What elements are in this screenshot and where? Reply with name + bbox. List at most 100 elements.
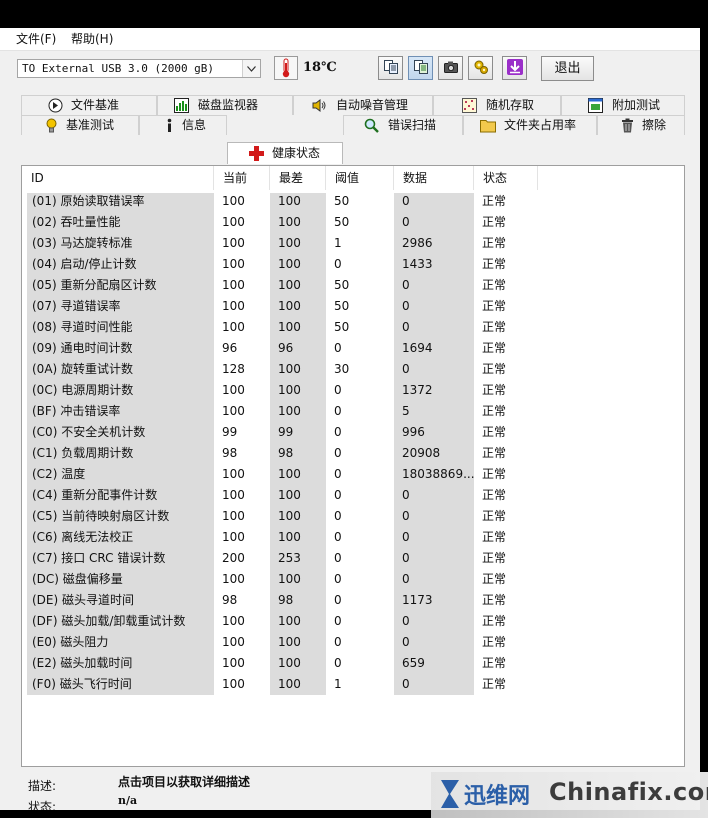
cell-status: 正常 bbox=[482, 215, 507, 229]
exit-button[interactable]: 退出 bbox=[541, 56, 594, 81]
table-row[interactable]: (07) 寻道错误率 100 100 50 0 正常 bbox=[22, 296, 684, 317]
save-button[interactable] bbox=[502, 56, 527, 80]
watermark-logo-icon bbox=[437, 778, 463, 810]
cell-current: 200 bbox=[222, 551, 245, 565]
column-header-current[interactable]: 当前 bbox=[214, 166, 270, 190]
cell-threshold: 0 bbox=[334, 572, 342, 586]
cell-status: 正常 bbox=[482, 257, 507, 271]
column-header-status[interactable]: 状态 bbox=[474, 166, 538, 190]
cell-status: 正常 bbox=[482, 467, 507, 481]
tab-error-scan[interactable]: 错误扫描 bbox=[343, 115, 463, 135]
screenshot-button[interactable] bbox=[438, 56, 463, 80]
table-row[interactable]: (C2) 温度 100 100 0 18038869... 正常 bbox=[22, 464, 684, 485]
cell-attribute: (E0) 磁头阻力 bbox=[32, 635, 109, 649]
column-header-worst[interactable]: 最差 bbox=[270, 166, 326, 190]
cell-data: 18038869... bbox=[402, 467, 474, 481]
column-header-threshold[interactable]: 阈值 bbox=[326, 166, 394, 190]
cell-attribute: (DC) 磁盘偏移量 bbox=[32, 572, 123, 586]
table-row[interactable]: (F0) 磁头飞行时间 100 100 1 0 正常 bbox=[22, 674, 684, 695]
cell-attribute: (DE) 磁头寻道时间 bbox=[32, 593, 135, 607]
cell-worst: 98 bbox=[278, 593, 294, 607]
table-row[interactable]: (C7) 接口 CRC 错误计数 200 253 0 0 正常 bbox=[22, 548, 684, 569]
cell-threshold: 0 bbox=[334, 635, 342, 649]
cell-worst: 100 bbox=[278, 467, 301, 481]
copy-info-icon bbox=[383, 59, 399, 78]
tab-noise-management[interactable]: 自动噪音管理 bbox=[293, 95, 433, 115]
table-row[interactable]: (C0) 不安全关机计数 99 99 0 996 正常 bbox=[22, 422, 684, 443]
table-row[interactable]: (02) 吞吐量性能 100 100 50 0 正常 bbox=[22, 212, 684, 233]
status-value: n/a bbox=[118, 794, 138, 807]
table-row[interactable]: (BF) 冲击错误率 100 100 0 5 正常 bbox=[22, 401, 684, 422]
copy-all-button[interactable] bbox=[408, 56, 433, 80]
column-header-data[interactable]: 数据 bbox=[394, 166, 474, 190]
chevron-down-icon[interactable] bbox=[242, 60, 260, 77]
cell-current: 96 bbox=[222, 341, 238, 355]
tab-disk-monitor[interactable]: 磁盘监视器 bbox=[157, 95, 293, 115]
tab-folder-usage[interactable]: 文件夹占用率 bbox=[463, 115, 597, 135]
tab-info[interactable]: 信息 bbox=[139, 115, 227, 135]
table-row[interactable]: (09) 通电时间计数 96 96 0 1694 正常 bbox=[22, 338, 684, 359]
column-header-id[interactable]: ID bbox=[22, 166, 214, 190]
tab-health[interactable]: 健康状态 bbox=[227, 142, 343, 164]
cell-status: 正常 bbox=[482, 635, 507, 649]
cell-current: 99 bbox=[222, 425, 238, 439]
folder-usage-icon bbox=[480, 118, 496, 133]
table-row[interactable]: (0A) 旋转重试计数 128 100 30 0 正常 bbox=[22, 359, 684, 380]
table-row[interactable]: (C5) 当前待映射扇区计数 100 100 0 0 正常 bbox=[22, 506, 684, 527]
cell-status: 正常 bbox=[482, 404, 507, 418]
cell-worst: 100 bbox=[278, 635, 301, 649]
table-row[interactable]: (01) 原始读取错误率 100 100 50 0 正常 bbox=[22, 191, 684, 212]
table-row[interactable]: (08) 寻道时间性能 100 100 50 0 正常 bbox=[22, 317, 684, 338]
cell-attribute: (03) 马达旋转标准 bbox=[32, 236, 133, 250]
cell-current: 100 bbox=[222, 467, 245, 481]
table-row[interactable]: (DE) 磁头寻道时间 98 98 0 1173 正常 bbox=[22, 590, 684, 611]
cell-threshold: 0 bbox=[334, 383, 342, 397]
table-row[interactable]: (0C) 电源周期计数 100 100 0 1372 正常 bbox=[22, 380, 684, 401]
cell-worst: 100 bbox=[278, 509, 301, 523]
tab-file-benchmark[interactable]: 文件基准 bbox=[21, 95, 157, 115]
cell-worst: 100 bbox=[278, 194, 301, 208]
health-cross-icon bbox=[248, 145, 264, 161]
menu-help[interactable]: 帮助(H) bbox=[69, 31, 115, 47]
cell-attribute: (C0) 不安全关机计数 bbox=[32, 425, 146, 439]
cell-attribute: (C1) 负载周期计数 bbox=[32, 446, 134, 460]
cell-attribute: (F0) 磁头飞行时间 bbox=[32, 677, 132, 691]
status-label: 状态: bbox=[28, 800, 57, 810]
drive-select[interactable]: TO External USB 3.0 (2000 gB) bbox=[17, 59, 261, 78]
hd-tune-window: 文件(F) 帮助(H) TO External USB 3.0 (2000 gB… bbox=[0, 28, 700, 810]
cell-status: 正常 bbox=[482, 488, 507, 502]
tab-extra-tests[interactable]: 附加测试 bbox=[561, 95, 685, 115]
table-row[interactable]: (05) 重新分配扇区计数 100 100 50 0 正常 bbox=[22, 275, 684, 296]
table-row[interactable]: (E0) 磁头阻力 100 100 0 0 正常 bbox=[22, 632, 684, 653]
cell-attribute: (E2) 磁头加载时间 bbox=[32, 656, 133, 670]
menu-bar: 文件(F) 帮助(H) bbox=[0, 28, 700, 51]
cell-status: 正常 bbox=[482, 530, 507, 544]
table-row[interactable]: (C4) 重新分配事件计数 100 100 0 0 正常 bbox=[22, 485, 684, 506]
cell-data: 5 bbox=[402, 404, 410, 418]
cell-attribute: (DF) 磁头加载/卸载重试计数 bbox=[32, 614, 186, 628]
table-row[interactable]: (DC) 磁盘偏移量 100 100 0 0 正常 bbox=[22, 569, 684, 590]
table-row[interactable]: (C1) 负载周期计数 98 98 0 20908 正常 bbox=[22, 443, 684, 464]
tab-benchmark[interactable]: 基准测试 bbox=[21, 115, 139, 135]
cell-attribute: (C4) 重新分配事件计数 bbox=[32, 488, 158, 502]
cell-threshold: 0 bbox=[334, 593, 342, 607]
tab-random-access[interactable]: 随机存取 bbox=[433, 95, 561, 115]
smart-table[interactable]: ID 当前 最差 阈值 数据 状态 (01) 原始读取错误率 100 100 50 0 正… bbox=[21, 165, 685, 767]
table-row[interactable]: (04) 启动/停止计数 100 100 0 1433 正常 bbox=[22, 254, 684, 275]
options-button[interactable] bbox=[468, 56, 493, 80]
table-row[interactable]: (E2) 磁头加载时间 100 100 0 659 正常 bbox=[22, 653, 684, 674]
copy-info-button[interactable] bbox=[378, 56, 403, 80]
cell-data: 0 bbox=[402, 194, 410, 208]
table-row[interactable]: (C6) 离线无法校正 100 100 0 0 正常 bbox=[22, 527, 684, 548]
cell-threshold: 50 bbox=[334, 194, 350, 208]
menu-file[interactable]: 文件(F) bbox=[14, 31, 58, 47]
cell-worst: 253 bbox=[278, 551, 301, 565]
erase-trash-icon bbox=[620, 118, 635, 133]
cell-attribute: (04) 启动/停止计数 bbox=[32, 257, 137, 271]
cell-threshold: 0 bbox=[334, 404, 342, 418]
cell-worst: 100 bbox=[278, 404, 301, 418]
tab-erase[interactable]: 擦除 bbox=[597, 115, 685, 135]
table-row[interactable]: (03) 马达旋转标准 100 100 1 2986 正常 bbox=[22, 233, 684, 254]
table-row[interactable]: (DF) 磁头加载/卸载重试计数 100 100 0 0 正常 bbox=[22, 611, 684, 632]
speaker-icon bbox=[312, 98, 327, 113]
